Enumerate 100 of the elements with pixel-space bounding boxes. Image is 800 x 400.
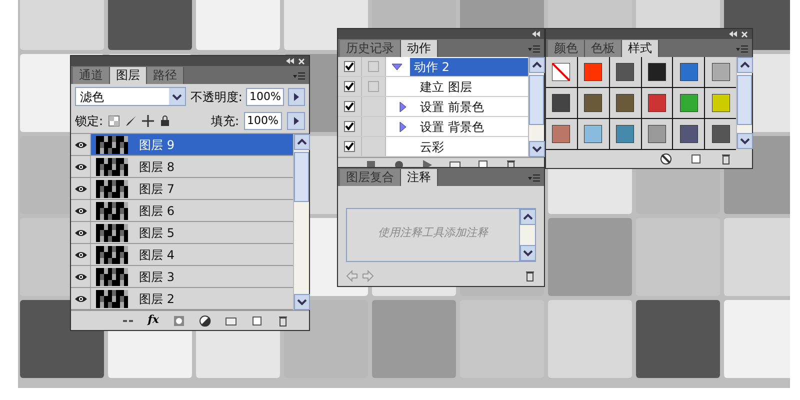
dialog-toggle[interactable] bbox=[368, 61, 379, 72]
panel-menu-icon[interactable] bbox=[293, 72, 305, 80]
layer-row[interactable]: 图层 2 bbox=[71, 288, 293, 310]
action-item[interactable]: 动作 2 bbox=[410, 58, 528, 76]
style-swatch-icon[interactable] bbox=[648, 63, 666, 81]
style-swatch-icon[interactable] bbox=[584, 94, 602, 112]
style-swatch-icon[interactable] bbox=[552, 63, 570, 81]
arrow-button[interactable] bbox=[287, 112, 305, 130]
style-swatch-icon[interactable] bbox=[584, 63, 602, 81]
blend-mode-dropdown[interactable]: 滤色 bbox=[75, 87, 186, 106]
panel-tab[interactable]: 注释 bbox=[401, 169, 438, 186]
checkbox[interactable] bbox=[344, 61, 355, 72]
eye-icon bbox=[74, 250, 86, 258]
lock-icon[interactable] bbox=[159, 115, 172, 127]
layer-row[interactable]: 图层 4 bbox=[71, 244, 293, 266]
arrow-icon bbox=[294, 117, 298, 125]
scroll-bar[interactable] bbox=[528, 57, 544, 157]
layer-row[interactable]: 图层 8 bbox=[71, 156, 293, 178]
style-swatch-icon[interactable] bbox=[616, 94, 634, 112]
checkbox[interactable] bbox=[344, 81, 355, 92]
panel-menu-icon[interactable] bbox=[528, 174, 540, 182]
style-swatch-icon[interactable] bbox=[552, 94, 570, 112]
collapse-icon[interactable] bbox=[532, 31, 540, 37]
dialog-toggle[interactable] bbox=[368, 81, 379, 92]
panel-tab[interactable]: 图层 bbox=[110, 67, 147, 84]
style-swatch-icon[interactable] bbox=[680, 63, 698, 81]
scroll-bar[interactable] bbox=[736, 57, 752, 149]
close-icon[interactable] bbox=[298, 58, 305, 64]
trash-icon[interactable] bbox=[720, 153, 732, 165]
style-swatch-icon[interactable] bbox=[616, 63, 634, 81]
close-icon[interactable] bbox=[741, 30, 748, 38]
layer-name: 图层 9 bbox=[138, 136, 174, 154]
collapse-icon[interactable] bbox=[729, 31, 737, 37]
panel-tab[interactable]: 通道 bbox=[73, 67, 110, 84]
arrow-button[interactable] bbox=[288, 88, 305, 106]
panel-tab[interactable]: 图层复合 bbox=[340, 169, 401, 186]
style-swatch-icon[interactable] bbox=[712, 125, 730, 143]
layer-thumbnail bbox=[96, 290, 128, 308]
layer-name: 图层 7 bbox=[138, 180, 174, 198]
style-swatch-icon[interactable] bbox=[712, 63, 730, 81]
trash-icon[interactable] bbox=[277, 314, 289, 326]
layer-thumbnail bbox=[96, 180, 128, 198]
panel-menu-icon[interactable] bbox=[528, 45, 540, 53]
new-style-icon[interactable] bbox=[690, 153, 702, 165]
expand-triangle-icon[interactable] bbox=[398, 122, 408, 132]
new-layer-icon[interactable] bbox=[251, 314, 263, 326]
panel-tab[interactable]: 动作 bbox=[401, 40, 438, 57]
layer-name: 图层 6 bbox=[138, 202, 174, 220]
effects-button[interactable]: fx bbox=[148, 312, 159, 329]
lock-transparency-icon[interactable] bbox=[108, 115, 120, 127]
checkbox[interactable] bbox=[344, 141, 355, 152]
style-swatch-icon[interactable] bbox=[680, 125, 698, 143]
layer-row[interactable]: 图层 5 bbox=[71, 222, 293, 244]
style-swatch-icon[interactable] bbox=[712, 94, 730, 112]
layer-row[interactable]: 图层 6 bbox=[71, 200, 293, 222]
panel-tab[interactable]: 色板 bbox=[585, 40, 622, 57]
checkbox[interactable] bbox=[344, 101, 355, 112]
layer-name: 图层 8 bbox=[138, 158, 174, 176]
arrow-icon bbox=[294, 92, 299, 100]
collapse-icon[interactable] bbox=[286, 58, 294, 64]
style-swatch-icon[interactable] bbox=[680, 94, 698, 112]
notes-field[interactable]: 使用注释工具添加注释 bbox=[346, 208, 520, 262]
style-swatch-icon[interactable] bbox=[648, 94, 666, 112]
layer-name: 图层 3 bbox=[138, 268, 174, 286]
layer-row[interactable]: 图层 9 bbox=[71, 134, 293, 156]
layer-row[interactable]: 图层 3 bbox=[71, 266, 293, 288]
clear-style-icon[interactable] bbox=[660, 153, 672, 165]
fill-field[interactable]: 100% bbox=[244, 112, 282, 130]
style-swatch-icon[interactable] bbox=[616, 125, 634, 143]
expand-triangle-icon[interactable] bbox=[398, 102, 408, 112]
opacity-field[interactable]: 100% bbox=[246, 88, 284, 106]
style-swatch-icon[interactable] bbox=[552, 125, 570, 143]
panel-menu-icon[interactable] bbox=[736, 45, 748, 53]
layer-thumbnail bbox=[96, 158, 128, 176]
layer-name: 图层 4 bbox=[138, 246, 174, 264]
panel-tab[interactable]: 颜色 bbox=[548, 40, 585, 57]
move-icon[interactable] bbox=[142, 115, 154, 127]
panel-tab[interactable]: 历史记录 bbox=[340, 40, 401, 57]
brush-icon[interactable] bbox=[125, 115, 138, 127]
adjustment-icon[interactable] bbox=[199, 314, 211, 326]
eye-icon bbox=[74, 272, 86, 280]
dropdown-caret-icon[interactable] bbox=[169, 88, 186, 105]
mask-icon[interactable] bbox=[173, 314, 185, 326]
expand-triangle-icon[interactable] bbox=[392, 62, 402, 72]
fill-label: 填充: bbox=[210, 113, 239, 130]
trash-icon[interactable] bbox=[524, 270, 536, 282]
eye-icon bbox=[74, 162, 86, 170]
opacity-label: 不透明度: bbox=[190, 88, 242, 106]
folder-icon[interactable] bbox=[225, 314, 237, 326]
layer-name: 图层 5 bbox=[138, 224, 174, 242]
scroll-bar[interactable] bbox=[293, 134, 309, 310]
checkbox[interactable] bbox=[344, 121, 355, 132]
layer-thumbnail bbox=[96, 202, 128, 220]
style-swatch-icon[interactable] bbox=[584, 125, 602, 143]
layer-thumbnail bbox=[96, 246, 128, 264]
panel-tab[interactable]: 样式 bbox=[622, 40, 659, 57]
style-swatch-icon[interactable] bbox=[648, 125, 666, 143]
panel-tab[interactable]: 路径 bbox=[147, 67, 184, 84]
eye-icon bbox=[74, 184, 86, 192]
layer-row[interactable]: 图层 7 bbox=[71, 178, 293, 200]
